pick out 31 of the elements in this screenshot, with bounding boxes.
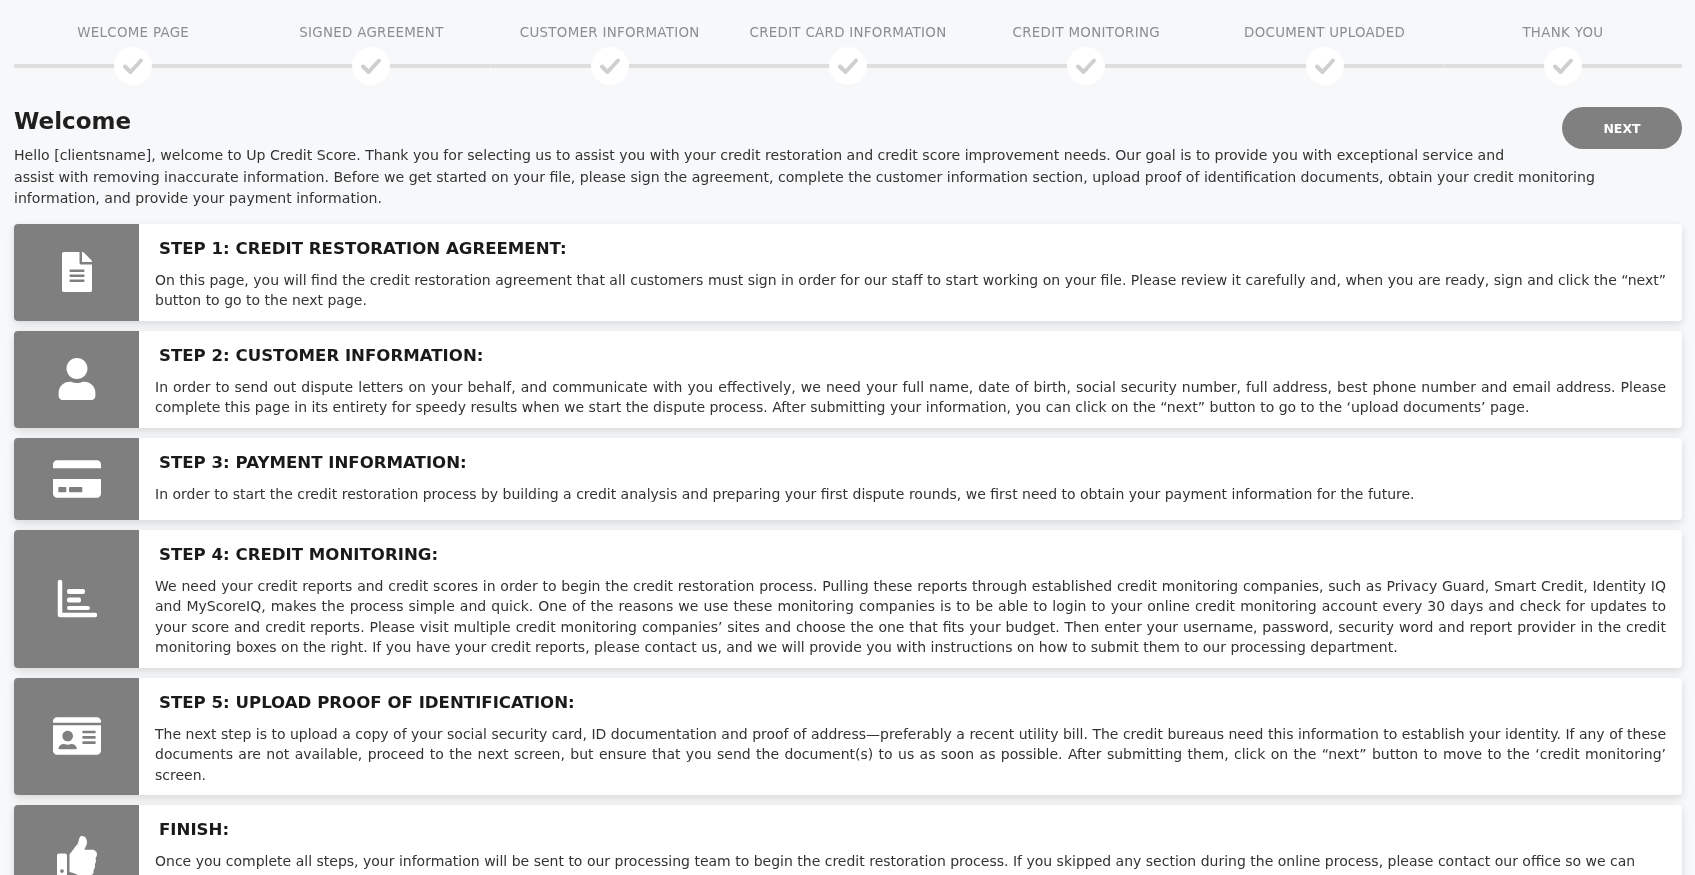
check-icon (114, 47, 153, 85)
check-icon (1067, 47, 1106, 85)
bar-chart-icon (56, 578, 97, 619)
check-icon (829, 47, 867, 85)
step-label: CREDIT CARD INFORMATION (749, 24, 947, 42)
step-label: THANK YOU (1522, 24, 1604, 42)
card-text: The next step is to upload a copy of your social security card, ID documentation and proof of address—preferably a recent utility bill. The credit bureaus need this information to establish your identity. If any of these documents are not available, proceed to the next screen, but ensure that you send the document(s) to us as soon as possible. After submitting them, click on the “next” button to move to the ‘credit monitoring’ screen. (155, 724, 1666, 785)
card-title: STEP 3: PAYMENT INFORMATION: (159, 451, 468, 474)
card-title: FINISH: (159, 819, 231, 841)
card-title: STEP 5: UPLOAD PROOF OF IDENTIFICATION: (159, 691, 576, 714)
step-label: WELCOME PAGE (77, 24, 190, 42)
card-title: STEP 1: CREDIT RESTORATION AGREEMENT: (159, 237, 568, 260)
card-title: STEP 4: CREDIT MONITORING: (159, 543, 440, 566)
check-icon (590, 47, 629, 85)
step-label: CREDIT MONITORING (1012, 24, 1160, 42)
step-label: CUSTOMER INFORMATION (519, 24, 700, 42)
card-text: In order to send out dispute letters on your behalf, and communicate with you effectively, we need your full name, date of birth, social security number, full address, best phone number and email address. Please complete this page in its entirety for speedy results when we start the dispute process. After submitting your information, you can click on the “next” button to go to the ‘upload documents’ page. (155, 377, 1666, 417)
thumbs-up-icon (56, 836, 97, 875)
card-text: In order to start the credit restoration process by building a credit analysis and preparing your first dispute rounds, we first need to obtain your payment information for the future. (155, 484, 1416, 504)
page-title: Welcome (14, 107, 132, 136)
card-text: On this page, you will find the credit restoration agreement that all customers must sign in order for our staff to start working on your file. Please review it carefully and, when you are ready, sign and click the “next” button to go to the next page. (155, 270, 1666, 310)
check-icon (1543, 47, 1582, 85)
check-icon (352, 47, 391, 85)
check-icon (1305, 47, 1344, 85)
card-title: STEP 2: CUSTOMER INFORMATION: (159, 344, 485, 367)
next-button[interactable]: NEXT (1562, 107, 1682, 149)
step-label: DOCUMENT UPLOADED (1244, 24, 1406, 42)
card-text: Once you complete all steps, your information will be sent to our processing team to begin the credit restoration process. If you skipped any section during the online process, please contact our office so we can (155, 852, 1637, 871)
step-label: SIGNED AGREEMENT (299, 24, 444, 42)
card-text: We need your credit reports and credit scores in order to begin the credit restoration process. Pulling these reports through established credit monitoring companies, such as Privacy Guard, Smart Credit, Identity IQ and MyScoreIQ, makes the process simple and quick. One of the reasons we use these monitoring companies is to be able to login to your online credit monitoring account every 30 days and check for updates to your score and credit reports. Please visit multiple credit monitoring companies’ sites and choose the one that fits your budget. Then enter your username, password, security word and report provider in the credit monitoring boxes on the right. If you have your credit reports, please contact us, and we will provide you with instructions on how to submit them to our processing department. (155, 576, 1666, 657)
intro-text: Hello [clientsname], welcome to Up Credit Score. Thank you for selecting us to assist you with your credit restoration and credit score improvement needs. Our goal is to provide you with exceptional service and assist with removing inaccurate information. Before we get started on your file, please sign the agreement, complete the customer information section, upload proof of identification documents, obtain your credit monitoring information, and provide your payment information. (14, 146, 1596, 208)
